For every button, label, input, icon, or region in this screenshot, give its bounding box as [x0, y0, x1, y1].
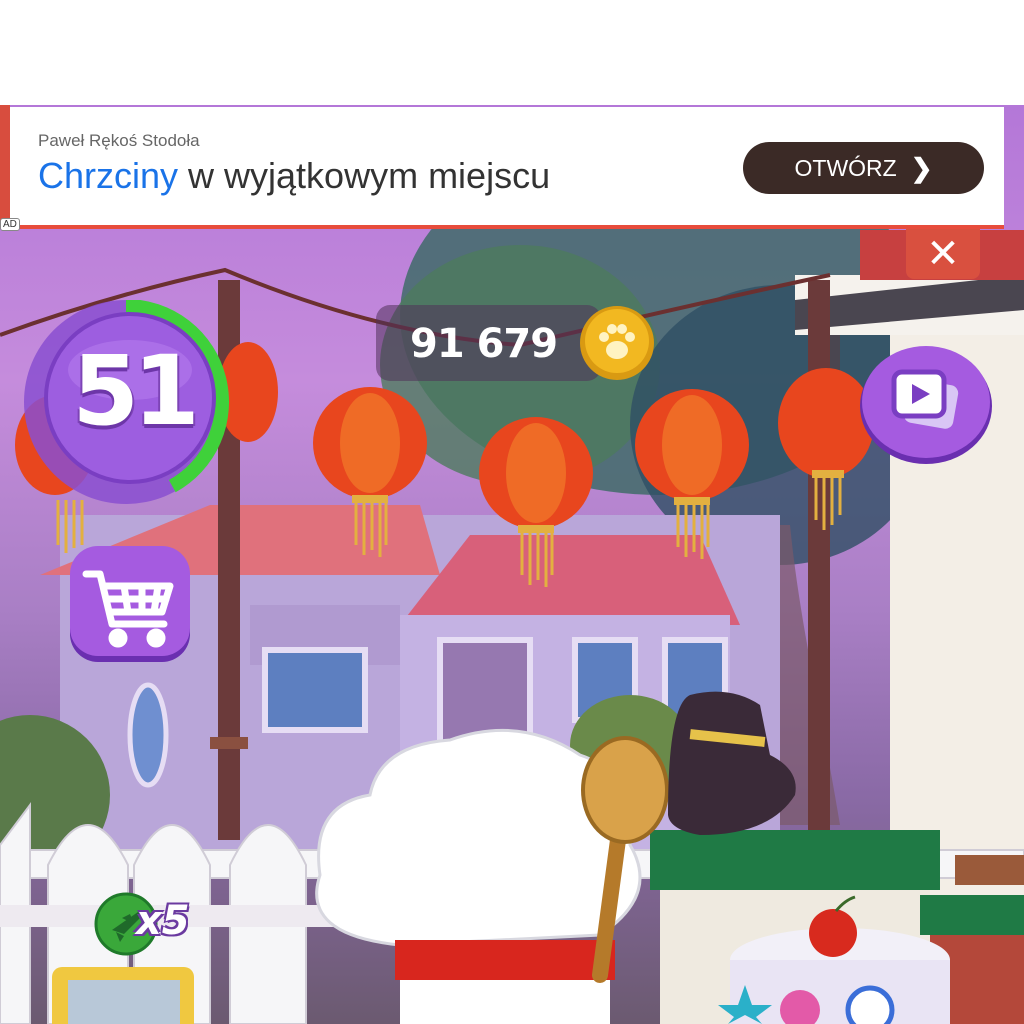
ad-open-button[interactable]: OTWÓRZ ❯: [743, 142, 984, 194]
ad-headline-text: w wyjątkowym miejscu: [178, 155, 551, 196]
ad-left-accent: [0, 105, 10, 227]
ad-sponsor: Paweł Rękoś Stodoła: [38, 131, 200, 150]
ad-close-button[interactable]: ✕: [906, 229, 980, 279]
close-icon: ✕: [926, 231, 960, 277]
chevron-right-icon: ❯: [910, 152, 933, 183]
video-button[interactable]: [858, 342, 994, 466]
ad-badge: AD: [0, 218, 20, 231]
ad-headline-keyword: Chrzciny: [38, 155, 179, 196]
ad-open-label: OTWÓRZ: [794, 154, 897, 181]
level-number: 51: [72, 335, 200, 447]
coin-value: 91 679: [410, 321, 558, 367]
ad-headline[interactable]: Chrzciny w wyjątkowym miejscu: [38, 155, 550, 197]
paw-coin-icon: [580, 306, 654, 380]
top-blank-area: [0, 0, 1024, 105]
powerup-count: x5: [136, 898, 190, 944]
shop-button[interactable]: [68, 546, 192, 666]
